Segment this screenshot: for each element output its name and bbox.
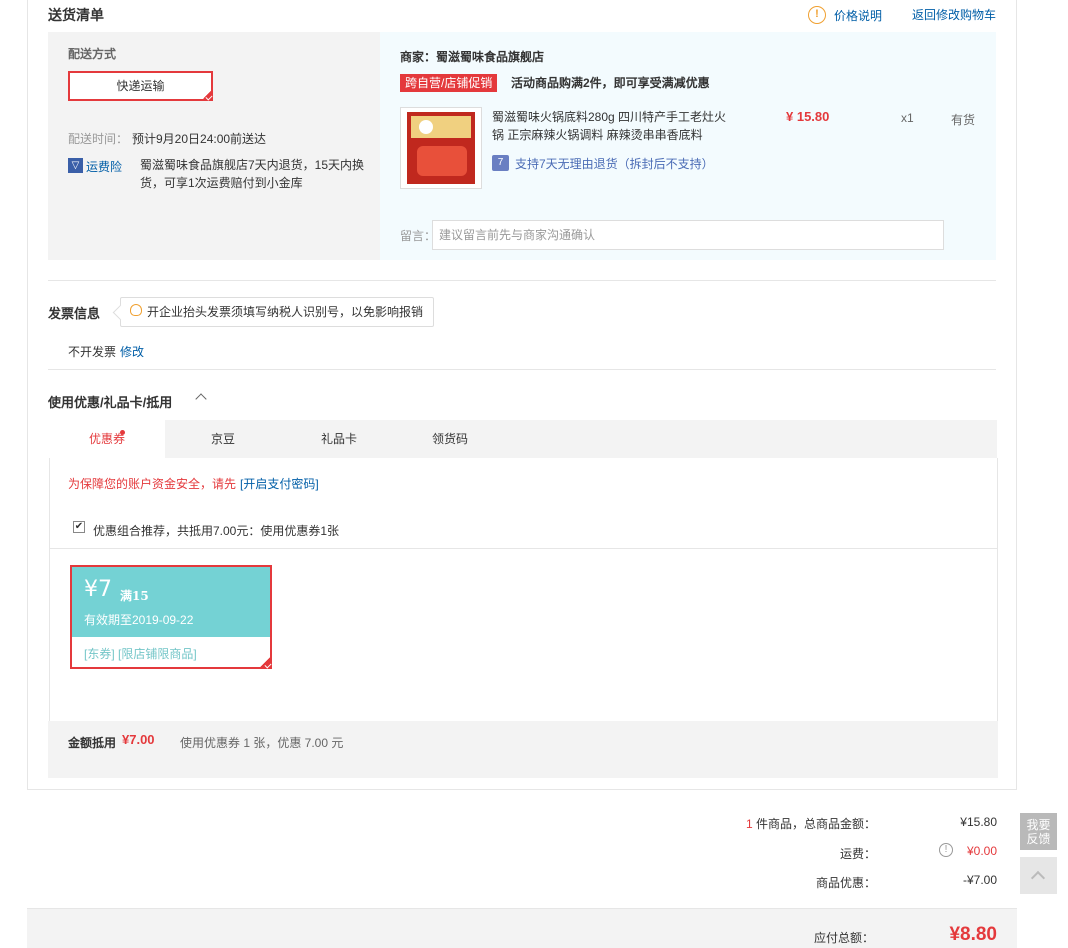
payable-label: 应付总额： bbox=[813, 931, 874, 945]
product-name-link[interactable]: 蜀滋蜀味火锅底料280g 四川特产手工老灶火锅 正宗麻辣火锅调料 麻辣烫串串香底… bbox=[492, 108, 732, 144]
sum-desc: 使用优惠券 1 张，优惠 7.00 元 bbox=[180, 736, 344, 750]
delivery-method-label: 配送方式 bbox=[68, 47, 117, 61]
shield-icon: ▽ bbox=[68, 158, 83, 173]
feedback-label: 我要反馈 bbox=[1026, 818, 1051, 846]
delivery-time-value: 预计9月20日24:00前送达 bbox=[132, 132, 267, 146]
info-icon: ! bbox=[808, 6, 826, 24]
coupon-top: ¥7 满15 有效期至2019-09-22 bbox=[72, 567, 270, 637]
product-stock: 有货 bbox=[951, 113, 976, 127]
sum-value: ¥7.00 bbox=[122, 732, 155, 747]
invoice-tip-text: 开企业抬头发票须填写纳税人识别号，以免影响报销 bbox=[147, 305, 424, 319]
price-info-link[interactable]: 价格说明 bbox=[834, 7, 882, 24]
selected-check-icon bbox=[201, 89, 213, 101]
tab-coupon[interactable]: 优惠券 bbox=[49, 420, 165, 458]
freight-value: ¥0.00 bbox=[966, 844, 997, 858]
express-shipping-button[interactable]: 快递运输 bbox=[68, 71, 213, 101]
invoice-edit-link[interactable]: 修改 bbox=[120, 343, 144, 360]
coupon-tags: [东券] [限店铺限商品] bbox=[84, 647, 197, 661]
product-price: ¥ 15.80 bbox=[786, 109, 830, 124]
invoice-status: 不开发票 bbox=[68, 345, 117, 359]
freight-label: 运费： bbox=[839, 847, 876, 861]
coupon-card[interactable]: ¥7 满15 有效期至2019-09-22 [东券] [限店铺限商品] bbox=[70, 565, 272, 669]
merchant-name: 商家：蜀滋蜀味食品旗舰店 bbox=[400, 50, 545, 64]
back-to-cart-link[interactable]: 返回修改购物车 bbox=[912, 6, 996, 23]
total-value: ¥15.80 bbox=[960, 815, 997, 829]
package-sauce bbox=[417, 146, 467, 176]
red-dot-badge bbox=[120, 430, 125, 435]
tab-jingdou[interactable]: 京豆 bbox=[165, 420, 281, 458]
enable-pay-password-link[interactable]: [开启支付密码] bbox=[240, 475, 319, 492]
freight-info-icon[interactable]: ! bbox=[939, 843, 953, 857]
return-7day-icon: 7 bbox=[492, 155, 509, 171]
invoice-tip: 开企业抬头发票须填写纳税人识别号，以免影响报销 bbox=[120, 297, 434, 327]
combo-text: 优惠组合推荐，共抵用7.00元：使用优惠券1张 bbox=[93, 524, 340, 538]
divider bbox=[48, 369, 996, 370]
coupon-expiry: 有效期至2019-09-22 bbox=[84, 613, 194, 627]
note-label: 留言： bbox=[400, 229, 437, 243]
back-to-top-button[interactable] bbox=[1020, 857, 1057, 894]
package-mascot bbox=[419, 120, 433, 134]
total-items-row: 1 件商品，总商品金额： bbox=[600, 815, 876, 832]
promo-tag: 跨自营/店铺促销 bbox=[400, 74, 498, 92]
discount-tabbar: 优惠券 京豆 礼品卡 领货码 bbox=[49, 420, 997, 458]
divider bbox=[49, 548, 997, 549]
insurance-link[interactable]: 运费险 bbox=[86, 158, 122, 175]
discount-value: -¥7.00 bbox=[962, 873, 997, 887]
coupon-amount: ¥7 bbox=[84, 577, 112, 602]
product-image[interactable] bbox=[400, 107, 482, 189]
insurance-desc: 蜀滋蜀味食品旗舰店7天内退货，15天内换货，可享1次运费赔付到小金库 bbox=[140, 158, 365, 190]
combo-checkbox[interactable]: ✔ bbox=[73, 521, 85, 533]
selected-check-icon bbox=[258, 655, 272, 669]
divider bbox=[48, 280, 996, 281]
total-label: 件商品，总商品金额： bbox=[755, 817, 876, 831]
express-shipping-label: 快递运输 bbox=[116, 79, 165, 93]
delivery-time-label: 配送时间： bbox=[68, 132, 129, 146]
payable-value: ¥8.80 bbox=[949, 924, 997, 945]
sum-label: 金额抵用 bbox=[68, 736, 117, 750]
tab-giftcard[interactable]: 礼品卡 bbox=[281, 420, 397, 458]
shipping-list-title: 送货清单 bbox=[48, 7, 104, 23]
note-input[interactable]: 建议留言前先与商家沟通确认 bbox=[432, 220, 944, 250]
invoice-title: 发票信息 bbox=[48, 306, 101, 321]
security-text: 为保障您的账户资金安全，请先 bbox=[68, 477, 237, 491]
coupon-condition: 满15 bbox=[120, 589, 149, 603]
tab-pickup-code[interactable]: 领货码 bbox=[397, 420, 503, 458]
item-count: 1 bbox=[745, 817, 753, 831]
promo-text: 活动商品购满2件，即可享受满减优惠 bbox=[511, 76, 710, 90]
product-qty: x1 bbox=[901, 111, 914, 125]
chevron-up-icon bbox=[1030, 870, 1046, 886]
feedback-button[interactable]: 我要反馈 bbox=[1020, 813, 1057, 850]
discount-title[interactable]: 使用优惠/礼品卡/抵用 bbox=[48, 392, 172, 411]
lightbulb-icon bbox=[130, 304, 142, 316]
discount-label: 商品优惠： bbox=[815, 876, 876, 890]
return-policy: 支持7天无理由退货（拆封后不支持） bbox=[515, 157, 714, 171]
